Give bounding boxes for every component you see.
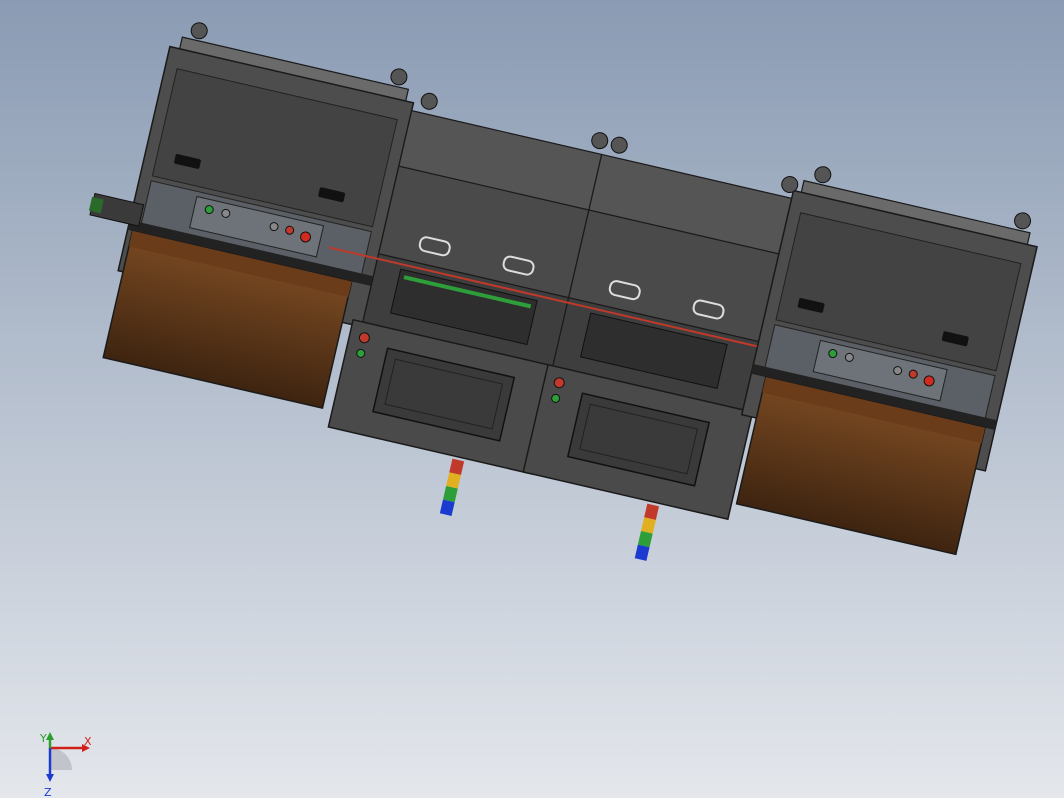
z-axis-label: Z <box>44 786 52 798</box>
cad-viewport[interactable]: X Y Z <box>0 0 1064 798</box>
cad-scene: X Y Z <box>0 0 1064 798</box>
x-axis-label: X <box>84 735 92 748</box>
y-axis-label: Y <box>39 732 47 745</box>
